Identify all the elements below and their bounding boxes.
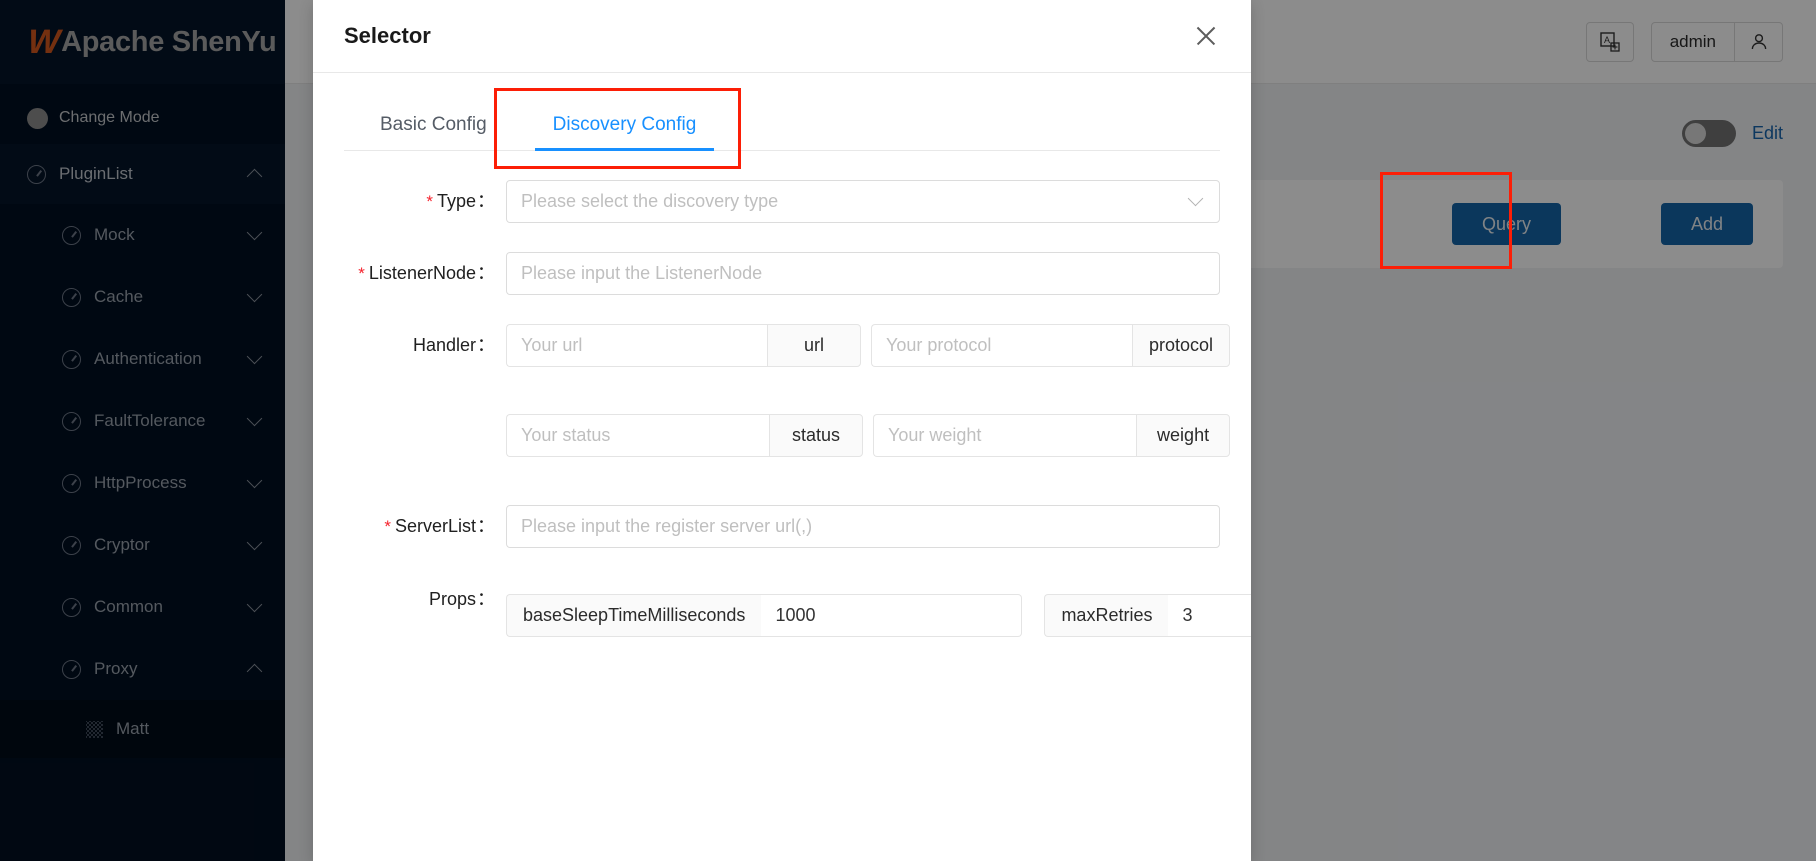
type-select[interactable]: Please select the discovery type (506, 180, 1220, 223)
modal-header: Selector (313, 0, 1251, 73)
handler-weight-addon: weight (1136, 414, 1230, 457)
type-label: *Type： (344, 180, 506, 223)
label-colon: ： (477, 263, 495, 283)
label-colon: ： (477, 589, 495, 609)
handler-url-addon: url (767, 324, 861, 367)
label-colon: ： (477, 335, 495, 355)
props-value-basesleeptime[interactable] (761, 594, 1022, 637)
listenernode-control (506, 252, 1220, 295)
selector-modal: Selector Basic Config Discovery Config *… (313, 0, 1251, 861)
close-icon[interactable] (1191, 21, 1221, 51)
handler-row-1: url protocol (506, 324, 1230, 367)
modal-tabs: Basic Config Discovery Config (344, 73, 1220, 151)
serverlist-control (506, 505, 1220, 548)
handler-label-text: Handler (413, 335, 476, 355)
handler-url-group: url (506, 324, 861, 367)
handler-row-spacer (506, 367, 1230, 414)
handler-weight-input[interactable] (873, 414, 1136, 457)
handler-protocol-group: protocol (871, 324, 1230, 367)
serverlist-label: *ServerList： (344, 505, 506, 548)
listenernode-label-text: ListenerNode (369, 263, 476, 283)
form-row-props: Props： baseSleepTimeMilliseconds maxRetr… (344, 578, 1220, 637)
label-colon: ： (477, 516, 495, 536)
required-marker: * (384, 517, 391, 536)
props-entry-basesleeptime: baseSleepTimeMilliseconds (506, 594, 1022, 637)
serverlist-input[interactable] (506, 505, 1220, 548)
tab-discovery-config[interactable]: Discovery Config (535, 114, 715, 150)
serverlist-label-text: ServerList (395, 516, 476, 536)
form-row-serverlist: *ServerList： (344, 505, 1220, 548)
chevron-down-icon (1188, 191, 1204, 207)
props-value-maxretries[interactable] (1168, 594, 1251, 637)
listenernode-label: *ListenerNode： (344, 252, 506, 295)
form-row-handler: Handler： url protocol (344, 324, 1220, 457)
form-row-type: *Type： Please select the discovery type (344, 180, 1220, 223)
modal-title: Selector (344, 23, 1191, 49)
handler-url-input[interactable] (506, 324, 767, 367)
form-row-listenernode: *ListenerNode： (344, 252, 1220, 295)
handler-protocol-addon: protocol (1132, 324, 1230, 367)
type-label-text: Type (437, 191, 476, 211)
handler-control: url protocol status (506, 324, 1230, 457)
props-label: Props： (344, 578, 506, 621)
handler-row-2: status weight (506, 414, 1230, 457)
type-control: Please select the discovery type (506, 180, 1220, 223)
props-control: baseSleepTimeMilliseconds maxRetries (506, 578, 1251, 637)
props-key-maxretries: maxRetries (1044, 594, 1168, 637)
props-entries: baseSleepTimeMilliseconds maxRetries (506, 594, 1251, 637)
handler-weight-group: weight (873, 414, 1230, 457)
props-entry-maxretries: maxRetries (1044, 594, 1251, 637)
handler-status-group: status (506, 414, 863, 457)
handler-protocol-input[interactable] (871, 324, 1132, 367)
tab-basic-config[interactable]: Basic Config (362, 114, 505, 150)
type-select-placeholder: Please select the discovery type (521, 191, 1190, 212)
handler-status-input[interactable] (506, 414, 769, 457)
handler-label: Handler： (344, 324, 506, 367)
label-colon: ： (477, 191, 495, 211)
props-label-text: Props (429, 589, 476, 609)
modal-body: Basic Config Discovery Config *Type： Ple… (313, 73, 1251, 637)
listenernode-input[interactable] (506, 252, 1220, 295)
app-root: W Apache ShenYu Change Mode PluginList M… (0, 0, 1816, 861)
required-marker: * (426, 192, 433, 211)
required-marker: * (358, 264, 365, 283)
props-key-basesleeptime: baseSleepTimeMilliseconds (506, 594, 761, 637)
handler-status-addon: status (769, 414, 863, 457)
